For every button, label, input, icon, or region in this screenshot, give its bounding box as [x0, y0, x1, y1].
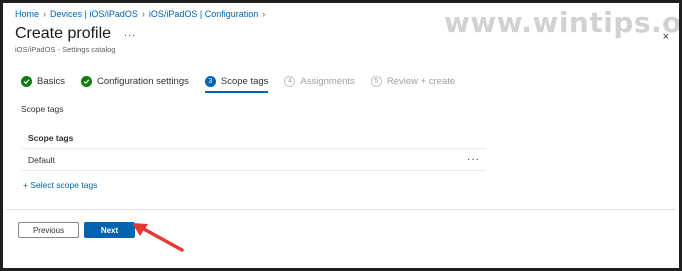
step-label: Assignments [300, 76, 355, 87]
page-title: Create profile [15, 25, 112, 42]
step-number-badge: 3 [204, 76, 216, 87]
chevron-right-icon: › [141, 9, 145, 19]
select-scope-tags-link[interactable]: + Select scope tags [23, 180, 97, 190]
next-button[interactable]: Next [84, 222, 135, 238]
step-basics[interactable]: Basics [21, 76, 65, 87]
wizard-steps: Basics Configuration settings 3 Scope ta… [21, 76, 471, 93]
breadcrumb-devices-ios[interactable]: Devices | iOS/iPadOS [50, 9, 138, 19]
step-number-badge: 4 [284, 76, 296, 87]
scope-tag-name: Default [28, 154, 55, 165]
scope-tags-table: Scope tags Default ··· [21, 127, 486, 171]
step-number-badge: 5 [370, 76, 382, 87]
breadcrumb-ios-configuration[interactable]: iOS/iPadOS | Configuration [149, 9, 258, 19]
step-assignments[interactable]: 4 Assignments [284, 76, 355, 87]
step-scope-tags[interactable]: 3 Scope tags [204, 76, 269, 93]
chevron-right-icon: › [262, 9, 266, 19]
footer-divider [6, 209, 676, 210]
more-options-icon[interactable]: ... [124, 27, 136, 39]
table-header: Scope tags [21, 127, 486, 149]
close-icon[interactable]: × [663, 31, 669, 43]
previous-button[interactable]: Previous [18, 222, 79, 238]
check-circle-icon [80, 76, 92, 87]
step-label: Basics [37, 76, 65, 87]
page-subtitle: iOS/iPadOS - Settings catalog [15, 45, 116, 54]
screenshot-frame: Home › Devices | iOS/iPadOS › iOS/iPadOS… [0, 0, 682, 271]
breadcrumb-home[interactable]: Home [15, 9, 39, 19]
breadcrumb: Home › Devices | iOS/iPadOS › iOS/iPadOS… [15, 9, 265, 19]
row-more-options-icon[interactable]: ··· [467, 154, 480, 165]
step-label: Configuration settings [96, 76, 189, 87]
check-circle-icon [21, 76, 32, 87]
step-label: Review + create [386, 76, 456, 87]
annotation-arrow-icon [132, 223, 184, 252]
step-review-create[interactable]: 5 Review + create [370, 76, 456, 87]
watermark: www.wintips.org [444, 6, 682, 39]
step-configuration-settings[interactable]: Configuration settings [80, 76, 189, 87]
table-row: Default ··· [21, 149, 486, 171]
section-label: Scope tags [21, 104, 64, 114]
chevron-right-icon: › [43, 9, 47, 19]
step-label: Scope tags [220, 76, 269, 87]
